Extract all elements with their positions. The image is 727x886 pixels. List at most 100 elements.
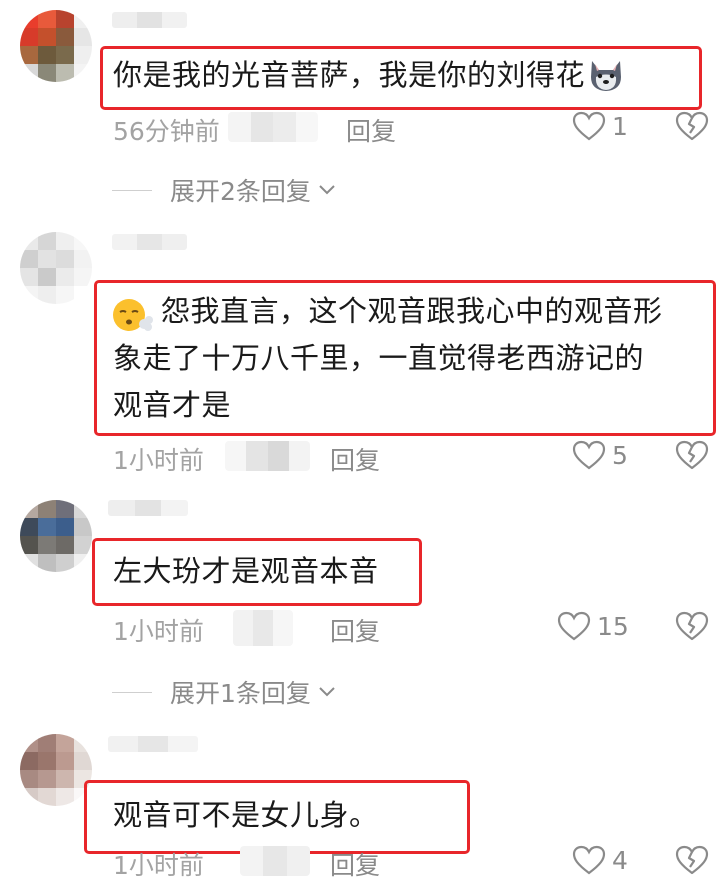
avatar-pixel [74, 10, 92, 28]
comment-timestamp: 1小时前 [113, 851, 204, 880]
avatar-pixel [56, 232, 74, 250]
reply-button[interactable]: 回复 [330, 612, 380, 648]
avatar-pixel [20, 752, 38, 770]
avatar-pixel [20, 250, 38, 268]
avatar-pixel [38, 64, 56, 82]
avatar-pixel [74, 286, 92, 304]
dislike-broken-heart-icon[interactable] [675, 611, 709, 641]
like-count: 5 [612, 440, 628, 470]
avatar-pixel [74, 500, 92, 518]
avatar-pixel [38, 518, 56, 536]
avatar-pixel [74, 250, 92, 268]
avatar-pixel [74, 64, 92, 82]
avatar-pixel [56, 500, 74, 518]
like-button[interactable]: 1 [572, 111, 628, 141]
avatar[interactable] [20, 232, 92, 304]
avatar-pixel [38, 770, 56, 788]
avatar-pixel [74, 28, 92, 46]
avatar-pixel [20, 536, 38, 554]
avatar-pixel [56, 28, 74, 46]
reply-button[interactable]: 回复 [330, 846, 380, 882]
avatar-pixel [74, 752, 92, 770]
avatar-pixel [38, 788, 56, 806]
avatar-pixel [38, 232, 56, 250]
avatar-pixel [56, 518, 74, 536]
comment-line: 怨我直言，这个观音跟我心中的观音形 [161, 294, 663, 328]
username-blurred[interactable] [112, 234, 187, 250]
avatar[interactable] [20, 10, 92, 82]
location-blurred [228, 112, 318, 142]
expand-replies-button[interactable]: 展开2条回复 [112, 172, 337, 208]
comment-timestamp: 56分钟前 [113, 117, 220, 146]
avatar-pixel [56, 788, 74, 806]
like-count: 4 [612, 845, 628, 875]
avatar-pixel [74, 232, 92, 250]
divider [112, 691, 152, 693]
expand-replies-label: 展开2条回复 [170, 177, 311, 206]
avatar-pixel [20, 770, 38, 788]
avatar-pixel [20, 64, 38, 82]
avatar-pixel [74, 554, 92, 572]
avatar-pixel [74, 518, 92, 536]
expand-replies-button[interactable]: 展开1条回复 [112, 674, 337, 710]
like-count: 1 [612, 111, 628, 141]
avatar-pixel [74, 46, 92, 64]
username-blurred[interactable] [108, 500, 188, 516]
avatar-pixel [38, 554, 56, 572]
heart-icon [557, 611, 591, 641]
comment-timestamp: 1小时前 [113, 617, 204, 646]
avatar-pixel [56, 554, 74, 572]
dislike-broken-heart-icon[interactable] [675, 111, 709, 141]
avatar-pixel [56, 64, 74, 82]
avatar-pixel [74, 268, 92, 286]
expand-replies-label: 展开1条回复 [170, 679, 311, 708]
avatar[interactable] [20, 500, 92, 572]
avatar-pixel [20, 734, 38, 752]
avatar-pixel [56, 536, 74, 554]
avatar-pixel [56, 286, 74, 304]
avatar-pixel [38, 752, 56, 770]
avatar-pixel [56, 734, 74, 752]
avatar[interactable] [20, 734, 92, 806]
comment-body: 你是我的光音菩萨，我是你的刘得花 [113, 58, 586, 92]
like-button[interactable]: 15 [557, 611, 629, 641]
reply-button[interactable]: 回复 [330, 441, 380, 477]
like-button[interactable]: 4 [572, 845, 628, 875]
heart-icon [572, 440, 606, 470]
avatar-pixel [38, 28, 56, 46]
dislike-broken-heart-icon[interactable] [675, 845, 709, 875]
like-button[interactable]: 5 [572, 440, 628, 470]
comment-line: 观音才是 [113, 388, 232, 422]
location-blurred [225, 441, 310, 471]
avatar-pixel [20, 232, 38, 250]
chevron-down-icon [317, 685, 337, 699]
avatar-pixel [20, 788, 38, 806]
comment-text[interactable]: 左大玢才是观音本音 [113, 550, 379, 594]
comment-text[interactable]: 你是我的光音菩萨，我是你的刘得花 [113, 54, 625, 98]
comment-timestamp: 1小时前 [113, 446, 204, 475]
avatar-pixel [56, 10, 74, 28]
comment-text[interactable]: 怨我直言，这个观音跟我心中的观音形 象走了十万八千里，一直觉得老西游记的 观音才… [113, 288, 713, 429]
avatar-pixel [20, 500, 38, 518]
reply-button[interactable]: 回复 [346, 112, 396, 148]
heart-icon [572, 845, 606, 875]
comment-line: 象走了十万八千里，一直觉得老西游记的 [113, 341, 645, 375]
avatar-pixel [20, 554, 38, 572]
dislike-broken-heart-icon[interactable] [675, 440, 709, 470]
username-blurred[interactable] [108, 736, 198, 752]
wolf-face-emoji-icon [587, 57, 625, 93]
avatar-pixel [56, 770, 74, 788]
comment-text[interactable]: 观音可不是女儿身。 [113, 794, 379, 838]
avatar-pixel [56, 250, 74, 268]
avatar-pixel [20, 286, 38, 304]
avatar-pixel [20, 10, 38, 28]
avatar-pixel [38, 10, 56, 28]
avatar-pixel [20, 268, 38, 286]
divider [112, 189, 152, 191]
chevron-down-icon [317, 183, 337, 197]
like-count: 15 [597, 611, 629, 641]
avatar-pixel [38, 734, 56, 752]
username-blurred[interactable] [112, 12, 187, 28]
avatar-pixel [38, 46, 56, 64]
avatar-pixel [20, 46, 38, 64]
